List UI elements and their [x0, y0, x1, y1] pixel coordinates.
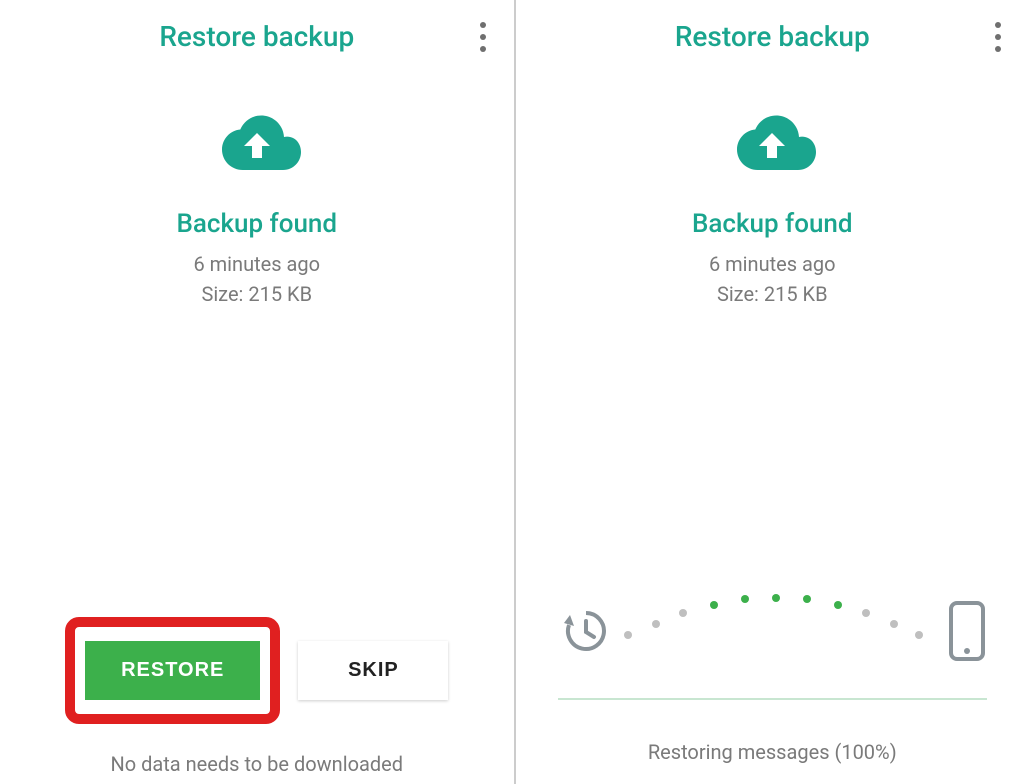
history-icon [558, 605, 610, 661]
transfer-graphic [558, 588, 988, 678]
backup-meta: 6 minutes ago Size: 215 KB [0, 249, 514, 309]
backup-time: 6 minutes ago [0, 249, 514, 279]
backup-meta: 6 minutes ago Size: 215 KB [516, 249, 1029, 309]
action-buttons: RESTORE SKIP [0, 617, 514, 724]
transfer-dots [618, 588, 928, 658]
restore-panel-progress: Restore backup Backup found 6 minutes ag… [516, 0, 1029, 784]
backup-size: Size: 215 KB [516, 279, 1029, 309]
header: Restore backup [516, 0, 1029, 63]
progress-bar [558, 698, 988, 700]
more-options-icon[interactable] [995, 22, 1001, 52]
backup-time: 6 minutes ago [516, 249, 1029, 279]
restore-panel-initial: Restore backup Backup found 6 minutes ag… [0, 0, 514, 784]
skip-button[interactable]: SKIP [298, 641, 448, 700]
page-title: Restore backup [675, 20, 870, 53]
cloud-upload-icon [212, 113, 302, 179]
header: Restore backup [0, 0, 514, 63]
phone-icon [947, 601, 987, 665]
backup-status: Backup found [0, 209, 514, 239]
restore-highlight: RESTORE [65, 617, 280, 724]
footer-note: No data needs to be downloaded [0, 752, 514, 784]
progress-text: Restoring messages (100%) [558, 740, 988, 764]
backup-info: Backup found 6 minutes ago Size: 215 KB [0, 113, 514, 309]
backup-size: Size: 215 KB [0, 279, 514, 309]
page-title: Restore backup [159, 20, 354, 53]
restore-button[interactable]: RESTORE [85, 641, 260, 700]
backup-status: Backup found [516, 209, 1029, 239]
backup-info: Backup found 6 minutes ago Size: 215 KB [516, 113, 1029, 309]
progress-section: Restoring messages (100%) [516, 588, 1029, 784]
cloud-upload-icon [727, 113, 817, 179]
more-options-icon[interactable] [480, 22, 486, 52]
